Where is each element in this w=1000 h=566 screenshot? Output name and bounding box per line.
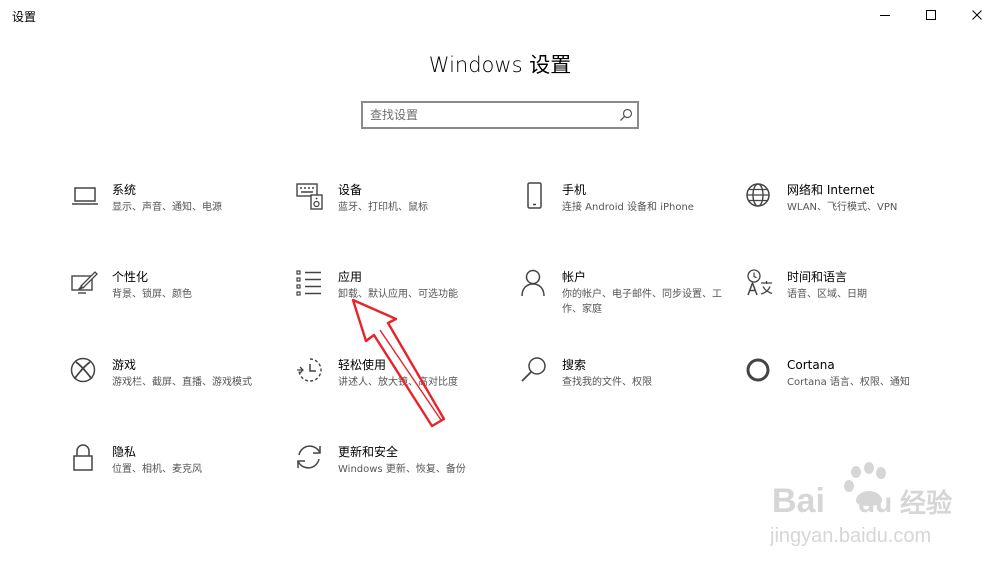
search-box[interactable] (361, 101, 639, 129)
tile-label: 轻松使用 (338, 358, 387, 372)
window-title: 设置 (12, 10, 37, 24)
watermark-cn: 经验 (900, 488, 952, 519)
close-icon (972, 10, 982, 20)
baidu-watermark: Bai du 经验 jingyan.baidu.com (770, 462, 952, 547)
tile-label: 个性化 (112, 270, 149, 284)
tile-ease-of-access[interactable]: 轻松使用 讲述人、放大镜、高对比度 (296, 356, 506, 406)
tile-label: 时间和语言 (787, 270, 848, 284)
tile-system[interactable]: 系统 显示、声音、通知、电源 (70, 181, 280, 231)
tile-description: Cortana 语言、权限、通知 (787, 377, 910, 388)
watermark-brand-suffix: du (858, 487, 892, 518)
tile-description: 背景、锁屏、颜色 (112, 289, 192, 300)
tile-description: 讲述人、放大镜、高对比度 (338, 377, 458, 388)
search-input[interactable] (370, 107, 606, 123)
tile-description: Windows 更新、恢复、备份 (338, 464, 466, 475)
minimize-icon (880, 15, 890, 16)
sync-icon (296, 443, 326, 473)
watermark-url: jingyan.baidu.com (770, 525, 931, 547)
tile-label: 应用 (338, 270, 363, 284)
tile-devices[interactable]: 设备 蓝牙、打印机、鼠标 (296, 181, 506, 231)
tile-network[interactable]: 网络和 Internet WLAN、飞行模式、VPN (745, 181, 955, 231)
maximize-icon (926, 10, 936, 20)
tile-gaming[interactable]: 游戏 游戏栏、截屏、直播、游戏模式 (70, 356, 280, 406)
tile-label: 系统 (112, 183, 137, 197)
paint-brush-icon (70, 268, 100, 298)
lock-icon (70, 443, 100, 473)
page-title: Windows 设置 (428, 53, 572, 77)
magnifier-icon (520, 356, 550, 386)
xbox-icon (70, 356, 100, 386)
tile-update-security[interactable]: 更新和安全 Windows 更新、恢复、备份 (296, 443, 506, 493)
language-icon (745, 268, 775, 298)
title-bar: 设置 (0, 0, 1000, 30)
cortana-icon (745, 356, 775, 386)
search-icon (620, 108, 633, 121)
tile-time-language[interactable]: 时间和语言 语音、区域、日期 (745, 268, 955, 318)
tile-description: 蓝牙、打印机、鼠标 (338, 202, 428, 213)
tile-label: 帐户 (562, 270, 587, 284)
tile-description: 查找我的文件、权限 (562, 377, 652, 388)
tile-description: 游戏栏、截屏、直播、游戏模式 (112, 377, 252, 388)
tile-description: 位置、相机、麦克风 (112, 464, 202, 475)
tile-description: 你的帐户、电子邮件、同步设置、工作、家庭 (562, 289, 722, 315)
tile-search[interactable]: 搜索 查找我的文件、权限 (520, 356, 730, 406)
phone-icon (520, 181, 550, 211)
ease-of-access-icon (296, 356, 326, 386)
keyboard-speaker-icon (296, 181, 326, 211)
tile-cortana[interactable]: Cortana Cortana 语言、权限、通知 (745, 356, 955, 406)
tile-description: 语音、区域、日期 (787, 289, 867, 300)
globe-icon (745, 181, 775, 211)
tile-label: Cortana (787, 358, 835, 372)
tile-label: 隐私 (112, 445, 137, 459)
tile-privacy[interactable]: 隐私 位置、相机、麦克风 (70, 443, 280, 493)
tile-apps[interactable]: 应用 卸载、默认应用、可选功能 (296, 268, 506, 318)
tile-personalization[interactable]: 个性化 背景、锁屏、颜色 (70, 268, 280, 318)
tile-description: 卸载、默认应用、可选功能 (338, 289, 458, 300)
tile-phone[interactable]: 手机 连接 Android 设备和 iPhone (520, 181, 730, 231)
minimize-button[interactable] (862, 0, 908, 30)
apps-list-icon (296, 268, 326, 298)
tile-accounts[interactable]: 帐户 你的帐户、电子邮件、同步设置、工作、家庭 (520, 268, 730, 318)
watermark-brand: Bai (772, 482, 825, 520)
tile-label: 搜索 (562, 358, 587, 372)
close-button[interactable] (954, 0, 1000, 30)
tile-label: 网络和 Internet (787, 183, 875, 197)
person-icon (520, 268, 550, 298)
tile-description: WLAN、飞行模式、VPN (787, 202, 898, 213)
tile-description: 连接 Android 设备和 iPhone (562, 202, 694, 213)
tile-label: 游戏 (112, 358, 137, 372)
tile-label: 更新和安全 (338, 445, 399, 459)
laptop-icon (70, 181, 100, 211)
tile-description: 显示、声音、通知、电源 (112, 202, 222, 213)
tile-label: 手机 (562, 183, 587, 197)
maximize-button[interactable] (908, 0, 954, 30)
tile-label: 设备 (338, 183, 363, 197)
